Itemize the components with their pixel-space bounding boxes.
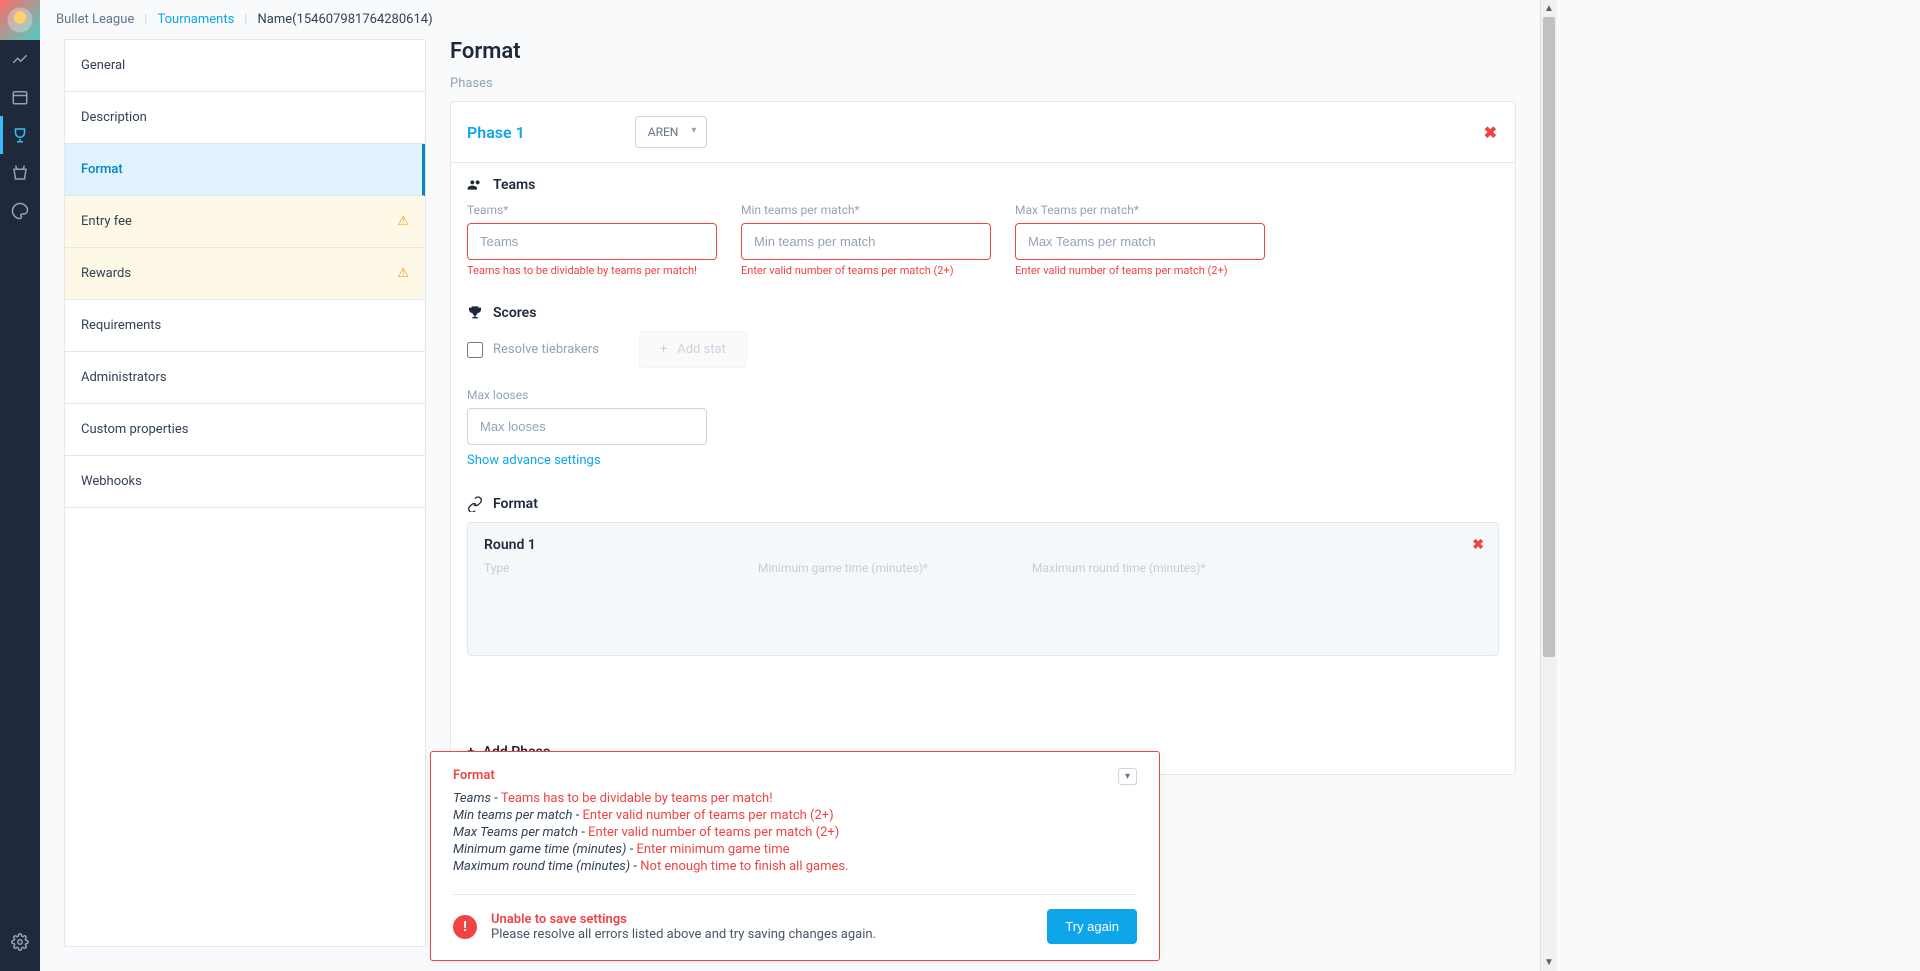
sidebar-item-label: Administrators (81, 370, 167, 385)
teams-input[interactable] (467, 223, 717, 260)
phases-label: Phases (450, 76, 1516, 91)
sidebar-item-entry-fee[interactable]: Entry fee ⚠ (65, 196, 425, 248)
error-msg: Enter valid number of teams per match (2… (588, 825, 839, 840)
teams-error: Teams has to be dividable by teams per m… (467, 264, 717, 277)
warning-icon: ⚠ (397, 266, 409, 281)
sidebar-item-label: Description (81, 110, 147, 125)
error-field: Max Teams per match (453, 825, 578, 840)
users-icon (467, 177, 483, 193)
format-section-title: Format (467, 496, 1499, 512)
vertical-scrollbar[interactable]: ▲ ▼ (1540, 0, 1557, 971)
section-label: Scores (493, 305, 536, 321)
phase-type-select[interactable]: AREN (635, 116, 708, 148)
trophy-icon (467, 305, 483, 321)
unable-to-save-desc: Please resolve all errors listed above a… (491, 927, 876, 942)
max-looses-input[interactable] (467, 408, 707, 445)
min-teams-input[interactable] (741, 223, 991, 260)
sidebar-item-label: Webhooks (81, 474, 142, 489)
error-msg: Enter valid number of teams per match (2… (583, 808, 834, 823)
scroll-down-arrow[interactable]: ▼ (1541, 954, 1557, 971)
sidebar-item-rewards[interactable]: Rewards ⚠ (65, 248, 425, 300)
nav-shop[interactable] (0, 154, 40, 192)
show-advanced-link[interactable]: Show advance settings (467, 453, 601, 468)
error-field: Maximum round time (minutes) (453, 859, 630, 874)
sidebar-item-label: Rewards (81, 266, 131, 281)
resolve-tiebreakers-label: Resolve tiebrakers (493, 342, 599, 357)
add-stat-label: Add stat (677, 342, 726, 357)
sidebar-item-administrators[interactable]: Administrators (65, 352, 425, 404)
error-field: Minimum game time (minutes) (453, 842, 626, 857)
sidebar-item-format[interactable]: Format (65, 144, 425, 196)
section-sidebar: General Description Format Entry fee ⚠ Re… (64, 39, 426, 947)
breadcrumb-game[interactable]: Bullet League (56, 12, 134, 27)
round-min-game-label: Minimum game time (minutes)* (758, 561, 1008, 575)
sidebar-item-webhooks[interactable]: Webhooks (65, 456, 425, 508)
sidebar-item-label: Custom properties (81, 422, 188, 437)
max-looses-label: Max looses (467, 388, 707, 402)
nav-settings[interactable] (0, 923, 40, 961)
sidebar-item-label: Format (81, 162, 123, 177)
min-teams-label: Min teams per match* (741, 203, 991, 217)
page-title: Format (450, 39, 1516, 64)
phase-title: Phase 1 (467, 123, 525, 142)
breadcrumb: Bullet League | Tournaments | Name(15460… (40, 0, 1540, 39)
error-msg: Enter minimum game time (636, 842, 789, 857)
app-logo (0, 0, 40, 40)
nav-analytics[interactable] (0, 40, 40, 78)
sidebar-item-label: Entry fee (81, 214, 132, 229)
sidebar-item-label: General (81, 58, 125, 73)
link-icon (467, 496, 483, 512)
section-label: Teams (493, 177, 535, 193)
error-panel: Format ▾ Teams - Teams has to be dividab… (430, 751, 1160, 961)
error-panel-collapse[interactable]: ▾ (1118, 768, 1137, 785)
round-card: Round 1 ✖ Type Minimum game time (minute… (467, 522, 1499, 656)
max-teams-input[interactable] (1015, 223, 1265, 260)
sidebar-item-requirements[interactable]: Requirements (65, 300, 425, 352)
sidebar-item-description[interactable]: Description (65, 92, 425, 144)
sidebar-item-label: Requirements (81, 318, 161, 333)
plus-icon: + (660, 342, 667, 357)
delete-phase-button[interactable]: ✖ (1484, 123, 1497, 142)
error-field: Teams (453, 791, 491, 806)
nav-themes[interactable] (0, 192, 40, 230)
max-teams-label: Max Teams per match* (1015, 203, 1265, 217)
unable-to-save-title: Unable to save settings (491, 912, 876, 927)
add-stat-button[interactable]: + Add stat (639, 331, 747, 368)
max-teams-error: Enter valid number of teams per match (2… (1015, 264, 1265, 277)
error-panel-title: Format (453, 768, 495, 783)
resolve-tiebreakers-checkbox[interactable] (467, 342, 483, 358)
breadcrumb-current: Name(154607981764280614) (257, 12, 432, 27)
error-field: Min teams per match (453, 808, 572, 823)
nav-tournaments[interactable] (0, 116, 40, 154)
scroll-up-arrow[interactable]: ▲ (1541, 0, 1557, 17)
error-msg: Not enough time to finish all games. (640, 859, 848, 874)
nav-calendar[interactable] (0, 78, 40, 116)
sidebar-item-custom-properties[interactable]: Custom properties (65, 404, 425, 456)
section-label: Format (493, 496, 538, 512)
min-teams-error: Enter valid number of teams per match (2… (741, 264, 991, 277)
round-type-label: Type (484, 561, 734, 575)
try-again-button[interactable]: Try again (1047, 909, 1137, 944)
breadcrumb-separator: | (144, 12, 147, 27)
breadcrumb-tournaments-link[interactable]: Tournaments (157, 12, 234, 27)
round-max-round-label: Maximum round time (minutes)* (1032, 561, 1282, 575)
phase-card: Phase 1 AREN ✖ Teams Teams* (450, 101, 1516, 775)
teams-section-title: Teams (467, 177, 1499, 193)
phase-type-value: AREN (648, 125, 679, 139)
warning-icon: ⚠ (397, 214, 409, 229)
round-title: Round 1 (484, 537, 1482, 553)
error-icon: ! (453, 915, 477, 939)
teams-label: Teams* (467, 203, 717, 217)
delete-round-button[interactable]: ✖ (1472, 537, 1484, 553)
error-msg: Teams has to be dividable by teams per m… (501, 791, 773, 806)
scores-section-title: Scores (467, 305, 1499, 321)
scroll-thumb[interactable] (1543, 17, 1555, 657)
sidebar-item-general[interactable]: General (65, 40, 425, 92)
breadcrumb-separator: | (244, 12, 247, 27)
left-nav-rail (0, 0, 40, 971)
